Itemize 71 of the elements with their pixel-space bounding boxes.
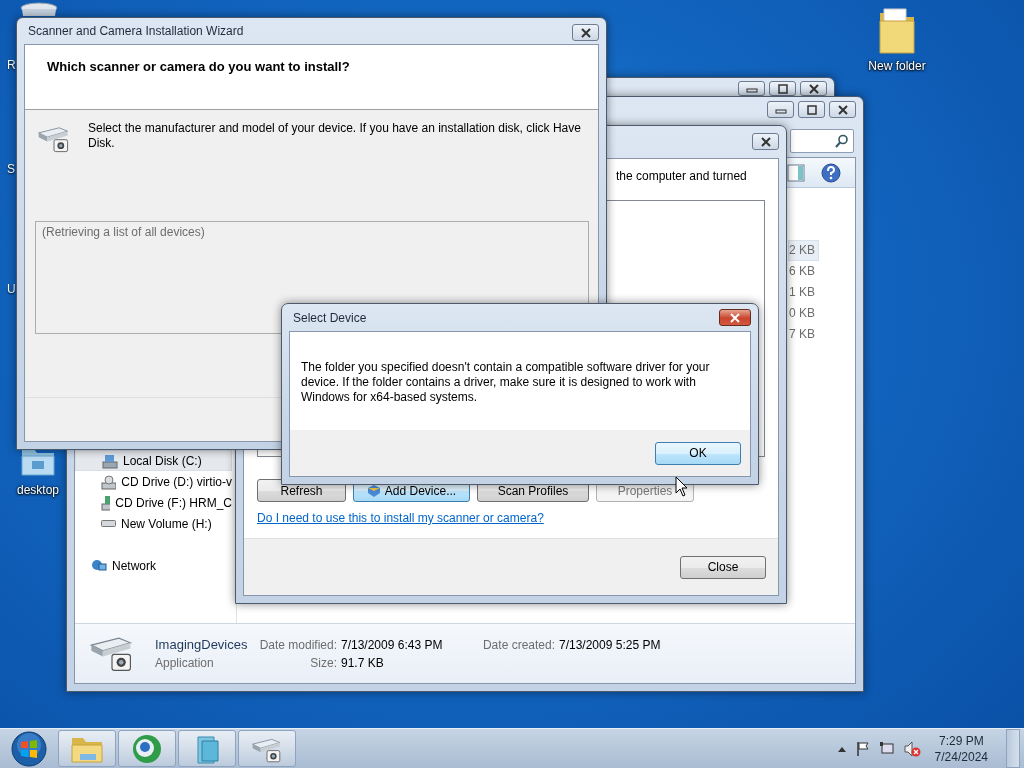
icon-label[interactable]: S: [7, 162, 15, 176]
nav-item-label: Local Disk (C:): [123, 453, 202, 468]
search-field[interactable]: [790, 129, 854, 153]
close-icon: [729, 312, 741, 323]
nav-item-label: CD Drive (F:) HRM_C: [115, 495, 232, 510]
nav-item-label: New Volume (H:): [121, 516, 212, 531]
ok-button[interactable]: OK: [655, 441, 741, 465]
maximize-button[interactable]: [798, 101, 825, 118]
drive-icon: [102, 452, 118, 469]
close-button[interactable]: [829, 101, 856, 118]
minimize-button[interactable]: [738, 81, 765, 96]
close-button[interactable]: [800, 81, 827, 96]
taskbar-button[interactable]: [118, 730, 176, 767]
size-cell-text: 1 KB: [788, 284, 816, 301]
nav-item-label: CD Drive (D:) virtio-v: [121, 474, 232, 489]
window-title: Select Device: [292, 310, 367, 325]
maximize-icon: [776, 83, 789, 94]
close-icon: [807, 83, 820, 94]
icon-label[interactable]: U: [7, 282, 16, 296]
start-orb-icon: [9, 728, 49, 768]
field-value: 7/13/2009 5:25 PM: [559, 637, 662, 652]
nav-item[interactable]: New Volume (H:): [75, 513, 232, 534]
help-link[interactable]: Do I need to use this to install my scanner or camera?: [257, 511, 544, 525]
minimize-button[interactable]: [767, 101, 794, 118]
search-icon: [835, 134, 849, 148]
error-message: The folder you specified doesn't contain a compatible software driver for your device. If the folder contains a driver, make sure it is designed to work with Windows for x64-based systems.: [301, 360, 710, 404]
field-label: Size:: [309, 655, 337, 670]
field-label: Date created:: [481, 637, 555, 652]
list-status: (Retrieving a list of all devices): [42, 225, 205, 239]
help-icon[interactable]: [821, 162, 841, 183]
icon-label[interactable]: New folder: [868, 59, 926, 73]
field-label: Date modified:: [258, 637, 337, 652]
size-cell: 2 KB: [788, 240, 819, 261]
taskbar-button[interactable]: [178, 730, 236, 767]
window-title: Scanner and Camera Installation Wizard: [27, 24, 244, 38]
field-value: 7/13/2009 6:43 PM: [341, 637, 444, 652]
close-icon: [836, 104, 849, 115]
size-cell-text: 0 KB: [788, 305, 816, 322]
instruction-text: the computer and turned: [616, 169, 747, 183]
network-icon[interactable]: [878, 740, 895, 757]
network-icon: [91, 557, 107, 574]
icon-label[interactable]: R: [7, 58, 16, 72]
close-button[interactable]: [752, 133, 779, 150]
close-icon: [579, 27, 592, 38]
nav-item[interactable]: Local Disk (C:): [75, 450, 232, 471]
size-cell-text: 6 KB: [788, 263, 816, 280]
drive-icon: [101, 520, 116, 527]
clock-time[interactable]: 7:29 PM: [938, 732, 984, 749]
instruction-text: Select the manufacturer and model of your device. If you have an installation disk, click Have Disk.: [88, 121, 582, 152]
folder-icon[interactable]: [876, 7, 918, 55]
taskbar-button[interactable]: [238, 730, 296, 767]
size-cell-text: 7 KB: [788, 326, 816, 343]
close-button[interactable]: [719, 309, 751, 326]
wizard-heading: Which scanner or camera do you want to install?: [47, 59, 350, 74]
nav-item-label: Network: [112, 558, 156, 573]
icon-label[interactable]: desktop: [17, 483, 59, 497]
maximize-icon: [805, 104, 818, 115]
clock-date[interactable]: 7/24/2024: [934, 748, 988, 765]
nav-item[interactable]: Network: [75, 555, 232, 576]
file-name: ImagingDevices: [155, 637, 249, 652]
nav-item[interactable]: CD Drive (F:) HRM_C: [75, 492, 232, 513]
close-button[interactable]: [572, 24, 599, 41]
close-button[interactable]: Close: [680, 555, 766, 579]
preview-pane-icon[interactable]: [787, 163, 805, 182]
close-icon: [759, 136, 772, 147]
maximize-button[interactable]: [769, 81, 796, 96]
nav-item[interactable]: CD Drive (D:) virtio-v: [75, 471, 232, 492]
speaker-muted-icon[interactable]: [902, 740, 921, 757]
field-value: 91.7 KB: [341, 655, 385, 670]
file-type: Application: [155, 655, 215, 670]
flag-icon[interactable]: [854, 740, 871, 757]
